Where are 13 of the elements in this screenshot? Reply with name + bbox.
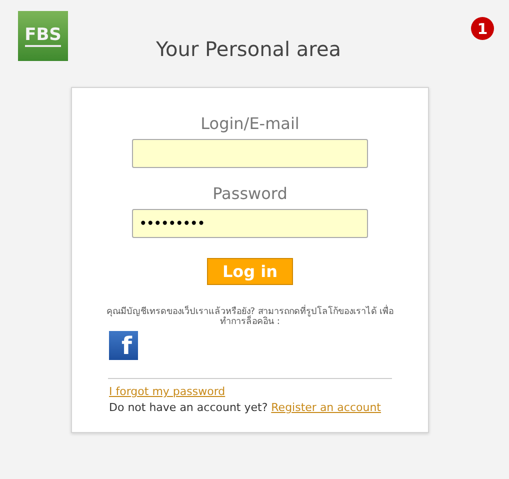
page-title: Your Personal area — [154, 37, 342, 61]
social-login-text: คุณมีบัญชีเทรดของเว็ปเราแล้วหรือยัง? สามารถกดที่รูปโลโก้ของเราได้ เพื่อทำการล็อคอิน : — [105, 307, 395, 327]
login-field[interactable] — [132, 139, 368, 168]
logo: FBS — [18, 11, 68, 61]
notification-badge: 1 — [471, 17, 494, 40]
register-link[interactable]: Register an account — [271, 401, 381, 414]
password-label: Password — [212, 184, 288, 203]
password-field[interactable]: ••••••••• — [132, 209, 368, 238]
login-label: Login/E-mail — [200, 114, 300, 133]
forgot-password-link[interactable]: I forgot my password — [109, 385, 226, 398]
login-button[interactable]: Log in — [207, 258, 293, 285]
register-prompt: Do not have an account yet? — [109, 401, 268, 414]
facebook-button[interactable]: f — [109, 331, 138, 360]
